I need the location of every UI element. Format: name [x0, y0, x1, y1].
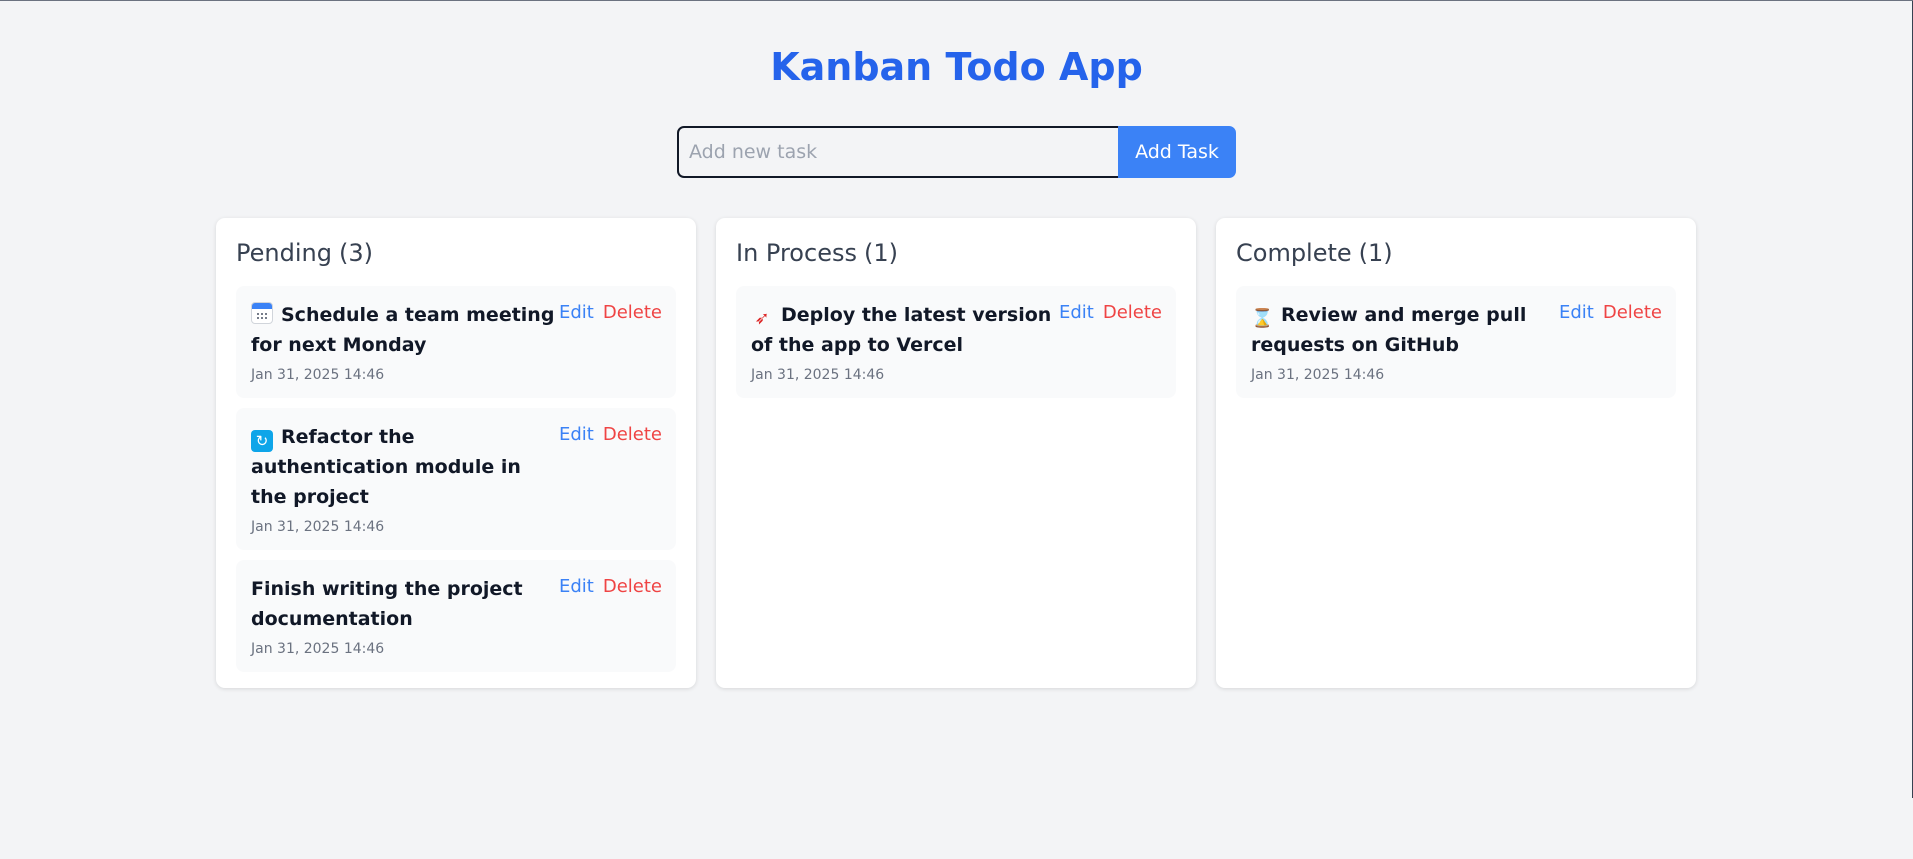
task-title: ➶ Deploy the latest version of the app to… [751, 300, 1059, 360]
task-actions: Edit Delete [1059, 301, 1162, 325]
task-actions: Edit Delete [1559, 301, 1662, 325]
delete-button[interactable]: Delete [603, 575, 662, 599]
task-actions: Edit Delete [559, 575, 662, 599]
add-task-button[interactable]: Add Task [1118, 126, 1236, 178]
app-root: Kanban Todo App Add Task Pending (3) Sch… [0, 0, 1913, 859]
task-title: ⌛ Review and merge pull requests on GitHu… [1251, 300, 1559, 360]
column-count: (1) [1358, 239, 1393, 267]
edit-button[interactable]: Edit [559, 423, 594, 447]
task-date: Jan 31, 2025 14:46 [751, 367, 885, 383]
task-card[interactable]: Finish writing the project documentation… [236, 560, 676, 672]
add-task-bar: Add Task [0, 126, 1913, 178]
column-in-process: In Process (1) ➶ Deploy the latest versio… [716, 218, 1196, 688]
column-header: Complete (1) [1236, 238, 1676, 268]
task-date: Jan 31, 2025 14:46 [251, 641, 385, 657]
column-title: In Process [736, 239, 857, 267]
edit-button[interactable]: Edit [559, 575, 594, 599]
task-card[interactable]: Schedule a team meeting for next Monday … [236, 286, 676, 398]
column-title: Complete [1236, 239, 1352, 267]
delete-button[interactable]: Delete [1103, 301, 1162, 325]
column-count: (3) [338, 239, 373, 267]
task-text: Schedule a team meeting for next Monday [251, 304, 555, 356]
task-text: Finish writing the project documentation [251, 578, 523, 630]
delete-button[interactable]: Delete [603, 301, 662, 325]
task-text: Deploy the latest version of the app to … [751, 304, 1052, 356]
task-date: Jan 31, 2025 14:46 [251, 519, 385, 535]
rocket-icon: ➶ [754, 308, 770, 329]
task-text: Refactor the authentication module in th… [251, 426, 521, 508]
delete-button[interactable]: Delete [603, 423, 662, 447]
task-date: Jan 31, 2025 14:46 [1251, 367, 1385, 383]
column-pending: Pending (3) Schedule a team meeting for … [216, 218, 696, 688]
page-title: Kanban Todo App [770, 45, 1143, 89]
task-title: ↻ Refactor the authentication module in t… [251, 422, 559, 512]
column-count: (1) [863, 239, 898, 267]
task-text: Review and merge pull requests on GitHub [1251, 304, 1527, 356]
edit-button[interactable]: Edit [1059, 301, 1094, 325]
column-title: Pending [236, 239, 332, 267]
task-title: Finish writing the project documentation [251, 574, 559, 634]
delete-button[interactable]: Delete [1603, 301, 1662, 325]
edit-button[interactable]: Edit [559, 301, 594, 325]
edit-button[interactable]: Edit [1559, 301, 1594, 325]
column-header: Pending (3) [236, 238, 676, 268]
task-card[interactable]: ↻ Refactor the authentication module in t… [236, 408, 676, 550]
task-card[interactable]: ⌛ Review and merge pull requests on GitHu… [1236, 286, 1676, 398]
hourglass-icon: ⌛ [1251, 308, 1274, 329]
task-actions: Edit Delete [559, 301, 662, 325]
new-task-input[interactable] [677, 126, 1118, 178]
task-date: Jan 31, 2025 14:46 [251, 367, 385, 383]
task-card[interactable]: ➶ Deploy the latest version of the app to… [736, 286, 1176, 398]
task-title: Schedule a team meeting for next Monday [251, 300, 559, 360]
refresh-icon: ↻ [251, 430, 273, 452]
task-actions: Edit Delete [559, 423, 662, 447]
column-complete: Complete (1) ⌛ Review and merge pull requ… [1216, 218, 1696, 688]
column-header: In Process (1) [736, 238, 1176, 268]
calendar-icon [251, 302, 273, 324]
kanban-board: Pending (3) Schedule a team meeting for … [216, 218, 1696, 688]
